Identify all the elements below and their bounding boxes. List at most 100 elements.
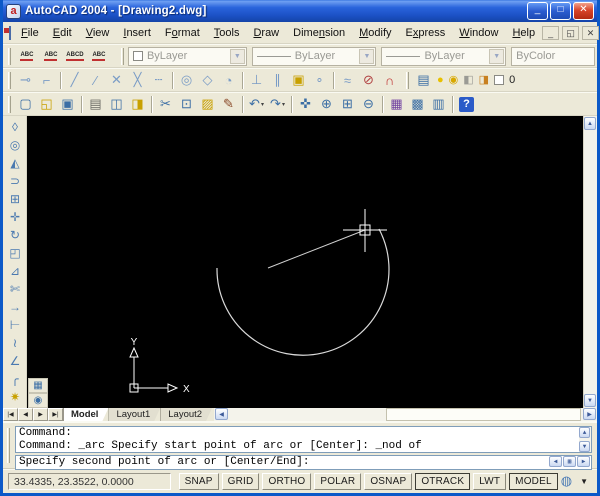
new-button[interactable]: ▢ [15, 94, 36, 114]
chamfer-button[interactable]: ∠ [5, 352, 25, 370]
copy-button[interactable]: ⊡ [176, 94, 197, 114]
zoom-window-button[interactable]: ⊞ [337, 94, 358, 114]
trim-button[interactable]: ✄ [5, 280, 25, 298]
tab-model[interactable]: Model [63, 408, 108, 421]
toolbar-grip[interactable] [8, 47, 11, 65]
edit-text-button[interactable]: ABCD [63, 46, 87, 66]
menu-dimension[interactable]: Dimension [286, 24, 352, 42]
command-window-grip[interactable] [7, 428, 10, 463]
snap-to-midpoint-button[interactable]: ∕ [85, 70, 106, 90]
command-input-line[interactable]: Specify second point of arc or [Center/E… [15, 455, 592, 470]
snap-to-apparent-intersection-button[interactable]: ╳ [127, 70, 148, 90]
fillet-button[interactable]: ╭ [5, 370, 25, 388]
paste-button[interactable]: ▨ [197, 94, 218, 114]
plot-preview-button[interactable]: ◫ [106, 94, 127, 114]
restore-document-button[interactable]: ◱ [562, 26, 580, 40]
menu-view[interactable]: View [79, 24, 117, 42]
erase-button[interactable]: ◊ [5, 118, 25, 136]
status-toggle-osnap[interactable]: OSNAP [364, 472, 413, 490]
status-toggle-snap[interactable]: SNAP [178, 472, 219, 490]
chevron-down-icon[interactable]: ▼ [359, 48, 375, 64]
match-properties-button[interactable]: ✎ [218, 94, 239, 114]
menu-file[interactable]: File [14, 24, 46, 42]
last-tab-button[interactable]: ▶| [48, 408, 63, 421]
scroll-up-icon[interactable]: ▲ [584, 117, 596, 130]
toolbar-grip[interactable] [120, 47, 124, 65]
menu-draw[interactable]: Draw [246, 24, 286, 42]
break-at-point-button[interactable]: ⊢ [5, 316, 25, 334]
snap-to-center-button[interactable]: ◎ [176, 70, 197, 90]
save-button[interactable]: ▣ [57, 94, 78, 114]
maximize-button[interactable]: □ [550, 2, 571, 20]
properties-palette-button[interactable]: ▦ [386, 94, 407, 114]
previous-tab-button[interactable]: ◀ [18, 408, 33, 421]
toolbar-grip[interactable] [8, 95, 11, 113]
linetype-control-dropdown[interactable]: ByLayer ▼ [251, 46, 377, 66]
multiline-text-button[interactable]: ABC [15, 46, 39, 66]
snap-to-endpoint-button[interactable]: ╱ [64, 70, 85, 90]
rotate-button[interactable]: ↻ [5, 226, 25, 244]
menu-format[interactable]: Format [158, 24, 207, 42]
plot-button[interactable]: ▤ [85, 94, 106, 114]
menu-express[interactable]: Express [399, 24, 453, 42]
explode-button[interactable]: ✷ [5, 388, 25, 406]
single-line-text-button[interactable]: ABC [39, 46, 63, 66]
scroll-thumb[interactable]: ▦ [563, 456, 576, 467]
cut-button[interactable]: ✂ [155, 94, 176, 114]
text-style-button[interactable]: ABC [87, 46, 111, 66]
drawing-canvas[interactable]: Y X ▦ ◉ [27, 116, 583, 408]
vertical-scrollbar[interactable]: ▲ ▼ [583, 116, 597, 408]
scroll-up-icon[interactable]: ▲ [579, 427, 590, 438]
status-tray-arrow-icon[interactable]: ▼ [580, 477, 588, 486]
redo-dropdown-icon[interactable]: ▾ [282, 101, 285, 108]
snap-to-quadrant-button[interactable]: ◇ [197, 70, 218, 90]
first-tab-button[interactable]: |◀ [3, 408, 18, 421]
extend-button[interactable]: → [5, 298, 25, 316]
status-toggle-model[interactable]: MODEL [509, 472, 558, 490]
menu-tools[interactable]: Tools [207, 24, 247, 42]
snap-to-intersection-button[interactable]: ✕ [106, 70, 127, 90]
scroll-left-icon[interactable]: ◀ [215, 408, 229, 420]
horizontal-scrollbar[interactable]: ◀ ▶ [214, 408, 597, 421]
lineweight-control-dropdown[interactable]: ByLayer ▼ [381, 46, 507, 66]
break-button[interactable]: ≀ [5, 334, 25, 352]
zoom-previous-button[interactable]: ⊖ [358, 94, 379, 114]
offset-button[interactable]: ⊃ [5, 172, 25, 190]
status-toggle-polar[interactable]: POLAR [314, 472, 362, 490]
layer-properties-manager-button[interactable]: ▤ [413, 70, 434, 90]
drawing-document-icon[interactable] [4, 26, 11, 40]
close-document-button[interactable]: ✕ [582, 26, 600, 40]
snap-to-none-button[interactable]: ⊘ [358, 70, 379, 90]
menu-modify[interactable]: Modify [352, 24, 398, 42]
communication-center-icon[interactable]: ◍ [561, 473, 572, 489]
chevron-down-icon[interactable]: ▼ [489, 48, 505, 64]
status-toggle-lwt[interactable]: LWT [473, 472, 507, 490]
hatch-button[interactable]: ▦ [28, 378, 48, 393]
menu-help[interactable]: Help [505, 24, 542, 42]
open-button[interactable]: ◱ [36, 94, 57, 114]
minimize-document-button[interactable]: _ [542, 26, 560, 40]
toolbar-grip[interactable] [406, 71, 409, 89]
layer-plot-icon[interactable]: ◨ [479, 74, 489, 86]
scroll-right-icon[interactable]: ▶ [583, 408, 596, 420]
publish-button[interactable]: ◨ [127, 94, 148, 114]
command-history-scrollbar[interactable]: ▲ ▼ [579, 427, 591, 452]
scale-button[interactable]: ◰ [5, 244, 25, 262]
next-tab-button[interactable]: ▶ [33, 408, 48, 421]
tool-palettes-button[interactable]: ▥ [428, 94, 449, 114]
tab-layout1[interactable]: Layout1 [108, 408, 160, 421]
command-history[interactable]: Command: Command: _arc Specify start poin… [15, 426, 592, 453]
toolbar-grip[interactable] [8, 71, 11, 89]
stretch-button[interactable]: ⊿ [5, 262, 25, 280]
status-toggle-grid[interactable]: GRID [221, 472, 260, 490]
snap-to-node-button[interactable]: ∘ [309, 70, 330, 90]
menu-window[interactable]: Window [452, 24, 505, 42]
redo-button[interactable]: ↷ ▾ [267, 94, 288, 114]
color-control-dropdown[interactable]: ByLayer ▼ [127, 46, 247, 66]
snap-to-perpendicular-button[interactable]: ⊥ [246, 70, 267, 90]
move-button[interactable]: ✛ [5, 208, 25, 226]
menu-insert[interactable]: Insert [116, 24, 158, 42]
zoom-realtime-button[interactable]: ⊕ [316, 94, 337, 114]
layer-on-icon[interactable]: ● [437, 74, 444, 86]
layer-control[interactable]: ● ◉ ◧ ◨ 0 [434, 74, 515, 86]
